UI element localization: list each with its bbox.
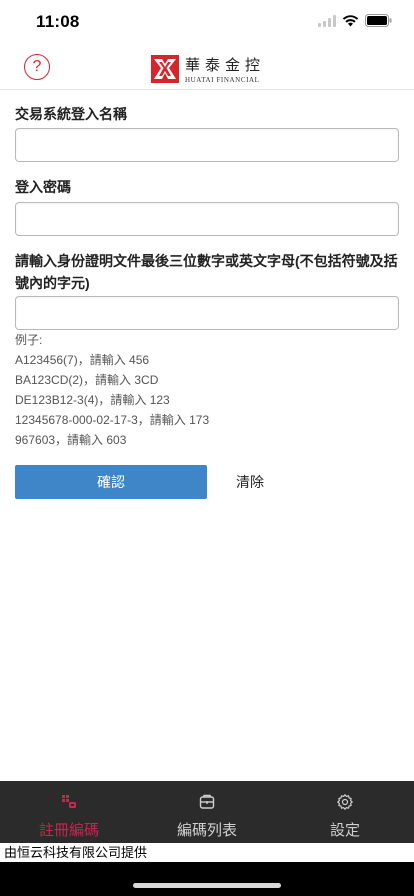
wifi-icon	[342, 14, 359, 26]
huatai-logo-icon	[151, 55, 179, 83]
examples-heading: 例子:	[15, 333, 43, 347]
example-line: 12345678-000-02-17-3，請輸入 173	[15, 413, 210, 427]
password-label: 登入密碼	[15, 179, 71, 195]
help-button[interactable]: ?	[24, 54, 50, 80]
tab-label: 註冊編碼	[38, 822, 99, 839]
code-list-icon	[199, 794, 215, 809]
brand-name-en: HUATAI FINANCIAL	[185, 76, 260, 84]
app-header: ? 華泰金控 HUATAI FINANCIAL	[0, 44, 414, 90]
example-line: 967603，請輸入 603	[15, 433, 127, 447]
id-digits-label: 請輸入身份證明文件最後三位數字或英文字母(不包括符號及括號內的字元)	[15, 253, 398, 291]
example-line: BA123CD(2)，請輸入 3CD	[15, 373, 159, 387]
provider-note: 由恒云科技有限公司提供	[0, 843, 414, 862]
battery-icon	[365, 14, 392, 27]
username-input[interactable]	[15, 128, 399, 162]
cellular-signal-icon	[318, 14, 336, 27]
tab-bar: 註冊編碼 編碼列表 設定	[0, 781, 414, 843]
clear-button[interactable]: 清除	[224, 465, 276, 499]
tab-register-code[interactable]: 註冊編碼	[0, 781, 138, 843]
status-bar: 11:08	[0, 0, 414, 44]
brand-name-cn: 華泰金控	[185, 58, 266, 74]
id-digits-input[interactable]	[15, 296, 399, 330]
example-line: A123456(7)，請輸入 456	[15, 353, 150, 367]
status-icons	[318, 14, 392, 27]
register-code-icon	[62, 795, 76, 808]
examples-block: 例子: A123456(7)，請輸入 456 BA123CD(2)，請輸入 3C…	[15, 330, 399, 450]
tab-settings[interactable]: 設定	[276, 781, 414, 843]
tab-label: 編碼列表	[176, 822, 237, 839]
tab-label: 設定	[329, 822, 360, 839]
status-time: 11:08	[36, 12, 80, 31]
tab-code-list[interactable]: 編碼列表	[138, 781, 276, 843]
username-label: 交易系統登入名稱	[15, 106, 127, 122]
brand-logo: 華泰金控 HUATAI FINANCIAL	[151, 54, 265, 84]
password-input[interactable]	[15, 202, 399, 236]
example-line: DE123B12-3(4)，請輸入 123	[15, 393, 170, 407]
confirm-button[interactable]: 確認	[15, 465, 207, 499]
home-indicator-area	[0, 862, 414, 896]
gear-icon	[337, 794, 353, 810]
home-indicator[interactable]	[133, 883, 281, 888]
